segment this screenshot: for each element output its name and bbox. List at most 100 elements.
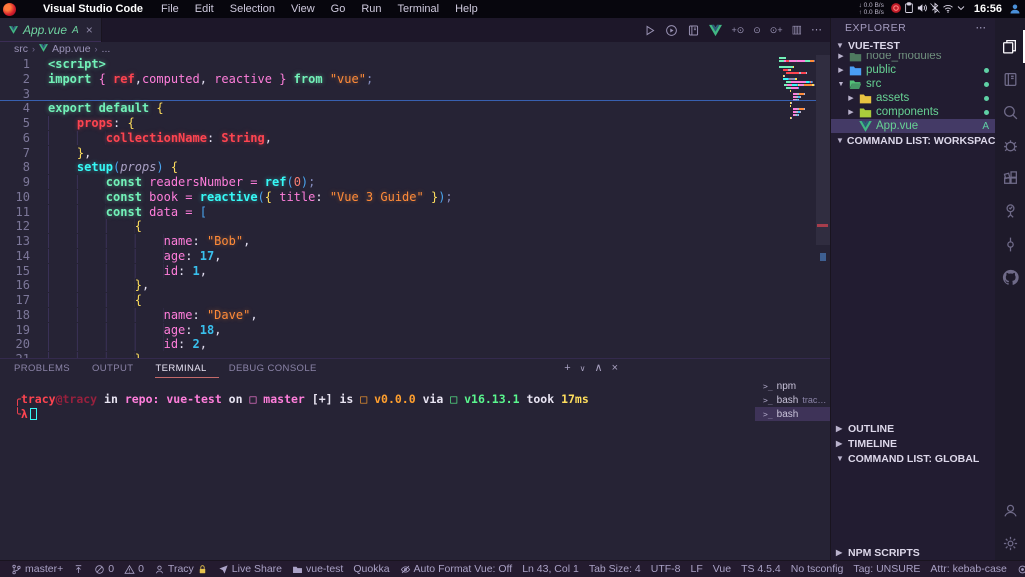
- link-icon[interactable]: ⊙: [753, 26, 761, 35]
- panel-tab-problems[interactable]: PROBLEMS: [14, 359, 82, 378]
- terminal-instance-2[interactable]: >_bashtracyr…: [755, 393, 830, 407]
- tab-app-vue[interactable]: App.vue A ×: [0, 18, 102, 42]
- section-command-list-global[interactable]: ▼ COMMAND LIST: GLOBAL: [831, 451, 995, 466]
- status-vue[interactable]: Vue: [708, 561, 736, 577]
- code-line-4[interactable]: 4export default {: [0, 101, 775, 116]
- maximize-panel-icon[interactable]: ∧: [595, 362, 603, 375]
- tree-item-node-modules[interactable]: ▶node_modules: [831, 53, 995, 63]
- panel-tab-output[interactable]: OUTPUT: [92, 359, 145, 378]
- link-out-icon[interactable]: ⊙+: [770, 26, 783, 35]
- link-add-icon[interactable]: +⊙: [731, 26, 744, 35]
- code-line-9[interactable]: 9 const readersNumber = ref(0);: [0, 175, 775, 190]
- bluetooth-icon[interactable]: [929, 1, 942, 14]
- status-no-tsconfig[interactable]: No tsconfig: [786, 561, 849, 577]
- debug-icon[interactable]: [995, 129, 1025, 162]
- minimap[interactable]: [779, 57, 815, 120]
- account-icon[interactable]: [995, 494, 1025, 527]
- terminal-output[interactable]: ╭tracy@tracy in repo: vue-test on □ mast…: [14, 392, 750, 422]
- debug-run-icon[interactable]: [665, 24, 678, 37]
- settings-gear-icon[interactable]: [995, 527, 1025, 560]
- menu-terminal[interactable]: Terminal: [390, 3, 448, 15]
- menu-edit[interactable]: Edit: [187, 3, 222, 15]
- status-publish-icon[interactable]: [68, 561, 89, 577]
- close-panel-icon[interactable]: ×: [612, 362, 618, 375]
- panel-tab-debug-console[interactable]: DEBUG CONSOLE: [229, 359, 329, 378]
- extensions-icon[interactable]: [995, 162, 1025, 195]
- status-auto-format-vue-off[interactable]: Auto Format Vue: Off: [395, 561, 518, 577]
- status-tracy[interactable]: Tracy: [149, 561, 213, 577]
- code-line-15[interactable]: 15 id: 1,: [0, 264, 775, 279]
- code-line-8[interactable]: 8 setup(props) {: [0, 160, 775, 175]
- split-editor-icon[interactable]: ▥: [792, 25, 802, 36]
- tree-item-assets[interactable]: ▶assets: [831, 91, 995, 105]
- code-line-17[interactable]: 17 {: [0, 293, 775, 308]
- testing-icon[interactable]: [995, 195, 1025, 228]
- breadcrumb-symbol[interactable]: ...: [102, 43, 111, 55]
- breadcrumb[interactable]: src›App.vue›...: [0, 42, 830, 55]
- status-utf-8[interactable]: UTF-8: [646, 561, 686, 577]
- code-line-10[interactable]: 10 const book = reactive({ title: "Vue 3…: [0, 190, 775, 205]
- tree-item-public[interactable]: ▶public: [831, 63, 995, 77]
- close-tab-icon[interactable]: ×: [86, 23, 93, 37]
- notebook-icon[interactable]: [687, 24, 700, 37]
- code-line-11[interactable]: 11 const data = [: [0, 205, 775, 220]
- status-tag-unsure[interactable]: Tag: UNSURE: [848, 561, 925, 577]
- new-terminal-icon[interactable]: +: [564, 362, 570, 375]
- code-editor[interactable]: 1<script>2import { ref,computed, reactiv…: [0, 55, 830, 358]
- menu-go[interactable]: Go: [323, 3, 354, 15]
- breadcrumb-file[interactable]: App.vue: [52, 43, 91, 55]
- clipboard-icon[interactable]: [903, 1, 916, 14]
- status-ts-4-5-4[interactable]: TS 4.5.4: [736, 561, 786, 577]
- code-line-18[interactable]: 18 name: "Dave",: [0, 308, 775, 323]
- volume-icon[interactable]: [916, 1, 929, 14]
- search-icon[interactable]: [995, 96, 1025, 129]
- status-0[interactable]: 0: [119, 561, 149, 577]
- github-icon[interactable]: [995, 261, 1025, 294]
- run-icon[interactable]: [643, 24, 656, 37]
- code-line-1[interactable]: 1<script>: [0, 57, 775, 72]
- explorer-more-icon[interactable]: ⋯: [976, 22, 988, 34]
- code-line-5[interactable]: 5 props: {: [0, 116, 775, 131]
- code-line-16[interactable]: 16 },: [0, 278, 775, 293]
- code-line-6[interactable]: 6 collectionName: String,: [0, 131, 775, 146]
- breadcrumb-src[interactable]: src: [14, 43, 28, 55]
- section-timeline[interactable]: ▶ TIMELINE: [831, 436, 995, 451]
- menu-help[interactable]: Help: [447, 3, 486, 15]
- section-command-list-workspace[interactable]: ▼ COMMAND LIST: WORKSPACE: [831, 133, 995, 148]
- code-line-13[interactable]: 13 name: "Bob",: [0, 234, 775, 249]
- section-npm-scripts[interactable]: ▶ NPM SCRIPTS: [831, 545, 995, 560]
- menu-view[interactable]: View: [283, 3, 323, 15]
- status-master-[interactable]: master+: [6, 561, 68, 577]
- terminal-dropdown-icon[interactable]: ∨: [580, 362, 586, 375]
- editor-scrollbar[interactable]: [816, 55, 830, 245]
- code-line-14[interactable]: 14 age: 17,: [0, 249, 775, 264]
- chevron-down-icon[interactable]: [955, 1, 968, 14]
- code-line-12[interactable]: 12 {: [0, 219, 775, 234]
- code-line-19[interactable]: 19 age: 18,: [0, 323, 775, 338]
- code-line-20[interactable]: 20 id: 2,: [0, 337, 775, 352]
- clock[interactable]: 16:56: [974, 3, 1002, 15]
- more-actions-icon[interactable]: ⋯: [811, 25, 822, 36]
- menu-file[interactable]: File: [153, 3, 187, 15]
- status-attr-kebab-case[interactable]: Attr: kebab-case: [925, 561, 1011, 577]
- workspace-dots[interactable]: [22, 3, 31, 15]
- status-quokka[interactable]: Quokka: [348, 561, 394, 577]
- user-icon[interactable]: [1008, 3, 1021, 16]
- section-outline[interactable]: ▶ OUTLINE: [831, 421, 995, 436]
- code-line-2[interactable]: 2import { ref,computed, reactive } from …: [0, 72, 775, 87]
- terminal-instance-1[interactable]: >_npm: [755, 379, 830, 393]
- status-0[interactable]: 0: [89, 561, 119, 577]
- menu-run[interactable]: Run: [353, 3, 389, 15]
- terminal-instance-3[interactable]: >_bash: [755, 407, 830, 421]
- explorer-icon[interactable]: [995, 30, 1025, 63]
- deluge-icon[interactable]: [890, 1, 903, 14]
- status-ln-43-col-1[interactable]: Ln 43, Col 1: [517, 561, 584, 577]
- section-vue-test[interactable]: ▼ VUE-TEST: [831, 38, 995, 53]
- tree-item-components[interactable]: ▶components: [831, 105, 995, 119]
- commit-icon[interactable]: [995, 228, 1025, 261]
- wifi-icon[interactable]: [942, 1, 955, 14]
- status-go-live[interactable]: Go Live: [1012, 561, 1025, 577]
- tree-item-app-vue[interactable]: App.vueA: [831, 119, 995, 133]
- status-lf[interactable]: LF: [686, 561, 708, 577]
- distro-logo-icon[interactable]: [3, 3, 16, 16]
